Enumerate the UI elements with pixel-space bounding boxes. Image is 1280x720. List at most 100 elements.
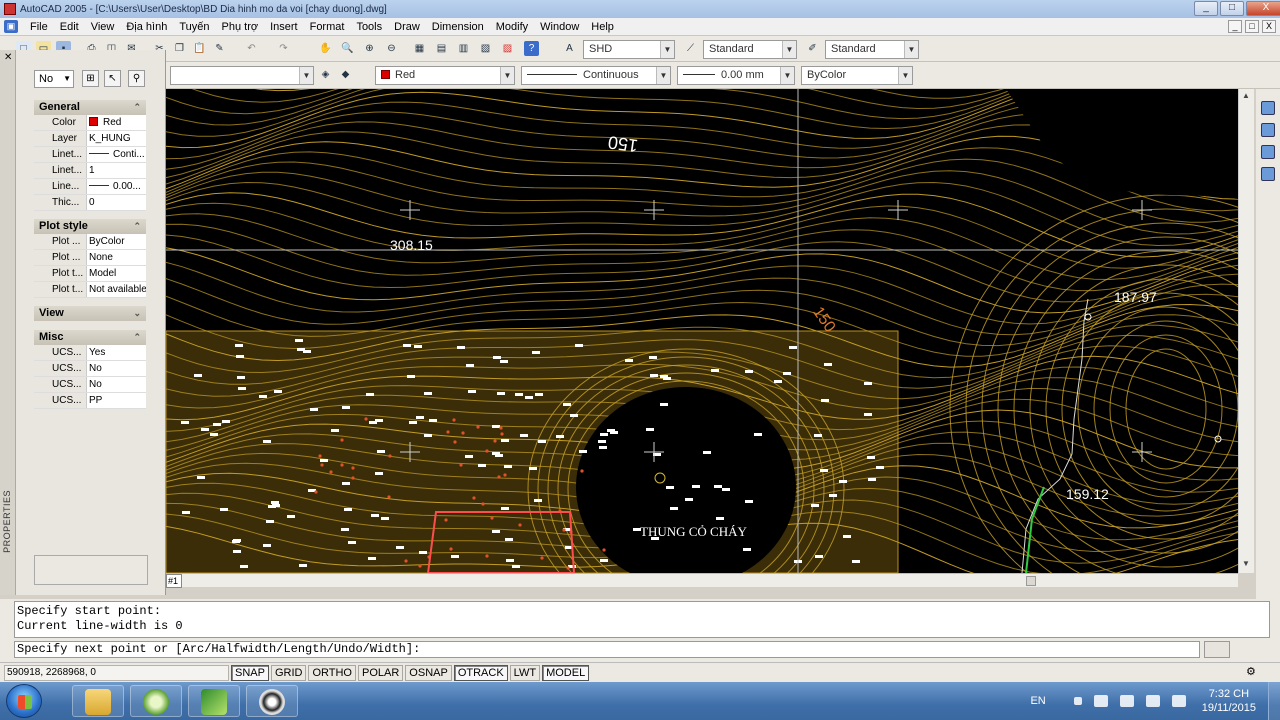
menu-insert[interactable]: Insert [264, 21, 304, 33]
properties-icon[interactable]: ▦ [412, 41, 427, 56]
plotstyle-select[interactable]: ByColor ▼ [801, 66, 913, 85]
ucs-object-icon[interactable] [1261, 167, 1275, 181]
table-style-icon[interactable]: ✐ [805, 41, 820, 56]
zoom-window-icon[interactable]: ⊕ [362, 41, 377, 56]
taskbar-explorer[interactable] [72, 685, 124, 717]
sheet-set-icon[interactable]: ▧ [478, 41, 493, 56]
copy-icon[interactable]: ❐ [172, 41, 187, 56]
doc-close-button[interactable]: X [1262, 20, 1276, 33]
menu-window[interactable]: Window [534, 21, 585, 33]
ucs-previous-icon[interactable] [1261, 145, 1275, 159]
linetype-select[interactable]: Continuous ▼ [521, 66, 671, 85]
model-toggle[interactable]: MODEL [542, 664, 590, 681]
menu-format[interactable]: Format [304, 21, 351, 33]
make-current-layer-icon[interactable]: ◈ [318, 67, 333, 82]
toggle-pickadd-icon[interactable]: ⊞ [82, 70, 99, 87]
select-objects-icon[interactable]: ↖ [104, 70, 121, 87]
coordinate-display[interactable]: 590918, 2268968, 0 [4, 664, 229, 681]
show-desktop-button[interactable] [1268, 682, 1280, 720]
pan-icon[interactable]: ✋ [318, 41, 333, 56]
property-row[interactable]: Thic... 0 [34, 195, 146, 211]
show-hidden-icon[interactable] [1073, 697, 1082, 705]
horizontal-scrollbar[interactable]: #1 [166, 573, 1238, 588]
power-icon[interactable] [1119, 695, 1134, 707]
doc-minimize-button[interactable]: _ [1228, 20, 1242, 33]
clock[interactable]: 7:32 CH 19/11/2015 [1202, 687, 1256, 715]
lwt-toggle[interactable]: LWT [509, 664, 541, 681]
menu-view[interactable]: View [85, 21, 121, 33]
property-row[interactable]: Line... 0.00... [34, 179, 146, 195]
section-header-misc[interactable]: Misc ⌃ [34, 330, 146, 345]
menu-dia-hinh[interactable]: Địa hình [120, 21, 173, 33]
property-row[interactable]: Layer K_HUNG [34, 131, 146, 147]
design-center-icon[interactable]: ▤ [434, 41, 449, 56]
menu-tools[interactable]: Tools [350, 21, 388, 33]
menu-file[interactable]: File [24, 21, 54, 33]
section-header-plot-style[interactable]: Plot style ⌃ [34, 219, 146, 234]
command-scroll-button[interactable] [1204, 641, 1230, 658]
otrack-toggle[interactable]: OTRACK [453, 664, 508, 681]
property-row[interactable]: Plot ... None [34, 250, 146, 266]
taskbar-app-green[interactable] [130, 685, 182, 717]
maximize-button[interactable]: □ [1220, 1, 1244, 16]
lineweight-select[interactable]: 0.00 mm ▼ [677, 66, 795, 85]
match-properties-icon[interactable]: ✎ [212, 41, 227, 56]
ucs-world-icon[interactable] [1261, 123, 1275, 137]
network-icon[interactable] [1171, 695, 1186, 707]
undo-icon[interactable]: ↶ [244, 41, 259, 56]
property-row[interactable]: Linet... 1 [34, 163, 146, 179]
markup-icon[interactable]: ▨ [500, 41, 515, 56]
layout-tab[interactable]: #1 [166, 574, 182, 588]
document-icon[interactable]: ▣ [4, 20, 18, 33]
snap-toggle[interactable]: SNAP [231, 664, 269, 681]
redo-icon[interactable]: ↷ [276, 41, 291, 56]
menu-help[interactable]: Help [585, 21, 620, 33]
property-row[interactable]: Color Red [34, 115, 146, 131]
grid-toggle[interactable]: GRID [270, 664, 307, 681]
palette-title-strip[interactable]: ✕ PROPERTIES [0, 50, 16, 595]
command-line[interactable]: Specify next point or [Arc/Halfwidth/Len… [14, 641, 1200, 658]
property-row[interactable]: UCS... No [34, 377, 146, 393]
polar-toggle[interactable]: POLAR [358, 664, 404, 681]
table-style-select[interactable]: Standard ▼ [825, 40, 919, 59]
menu-tuyen[interactable]: Tuyến [173, 21, 215, 33]
minimize-button[interactable]: _ [1194, 1, 1218, 16]
zoom-realtime-icon[interactable]: 🔍 [340, 41, 355, 56]
close-button[interactable]: X [1246, 1, 1280, 16]
ucs-icon[interactable] [1261, 101, 1275, 115]
color-select[interactable]: Red ▼ [375, 66, 515, 85]
scroll-up-icon[interactable]: ▲ [1242, 91, 1250, 100]
language-indicator[interactable]: EN [1030, 695, 1045, 707]
menu-dimension[interactable]: Dimension [426, 21, 490, 33]
layer-previous-icon[interactable]: ◆ [338, 67, 353, 82]
close-icon[interactable]: ✕ [4, 52, 12, 63]
menu-modify[interactable]: Modify [490, 21, 534, 33]
property-row[interactable]: UCS... Yes [34, 345, 146, 361]
dim-style-select[interactable]: Standard ▼ [703, 40, 797, 59]
text-style-icon[interactable]: A [562, 41, 577, 56]
dim-style-icon[interactable]: ⟋ [683, 41, 698, 56]
ortho-toggle[interactable]: ORTHO [308, 664, 356, 681]
selection-select[interactable]: No ▼ [34, 70, 74, 88]
help-icon[interactable]: ? [524, 41, 539, 56]
taskbar-app-camera[interactable] [246, 685, 298, 717]
taskbar-app-image[interactable] [188, 685, 240, 717]
quick-select-icon[interactable]: ⚲ [128, 70, 145, 87]
property-row[interactable]: UCS... PP [34, 393, 146, 409]
osnap-toggle[interactable]: OSNAP [405, 664, 452, 681]
volume-icon[interactable] [1145, 695, 1160, 707]
tool-palettes-icon[interactable]: ▥ [456, 41, 471, 56]
property-row[interactable]: Plot t... Model [34, 266, 146, 282]
scroll-down-icon[interactable]: ▼ [1242, 559, 1250, 568]
menu-edit[interactable]: Edit [54, 21, 85, 33]
property-row[interactable]: Plot ... ByColor [34, 234, 146, 250]
menu-draw[interactable]: Draw [388, 21, 426, 33]
property-row[interactable]: Plot t... Not available [34, 282, 146, 298]
start-button[interactable] [6, 684, 42, 718]
text-style-select[interactable]: SHD ▼ [583, 40, 675, 59]
doc-restore-button[interactable]: □ [1245, 20, 1259, 33]
section-header-general[interactable]: General ⌃ [34, 100, 146, 115]
vertical-scrollbar[interactable]: ▲ ▼ [1238, 89, 1254, 573]
property-row[interactable]: UCS... No [34, 361, 146, 377]
scroll-thumb[interactable] [1026, 576, 1036, 586]
